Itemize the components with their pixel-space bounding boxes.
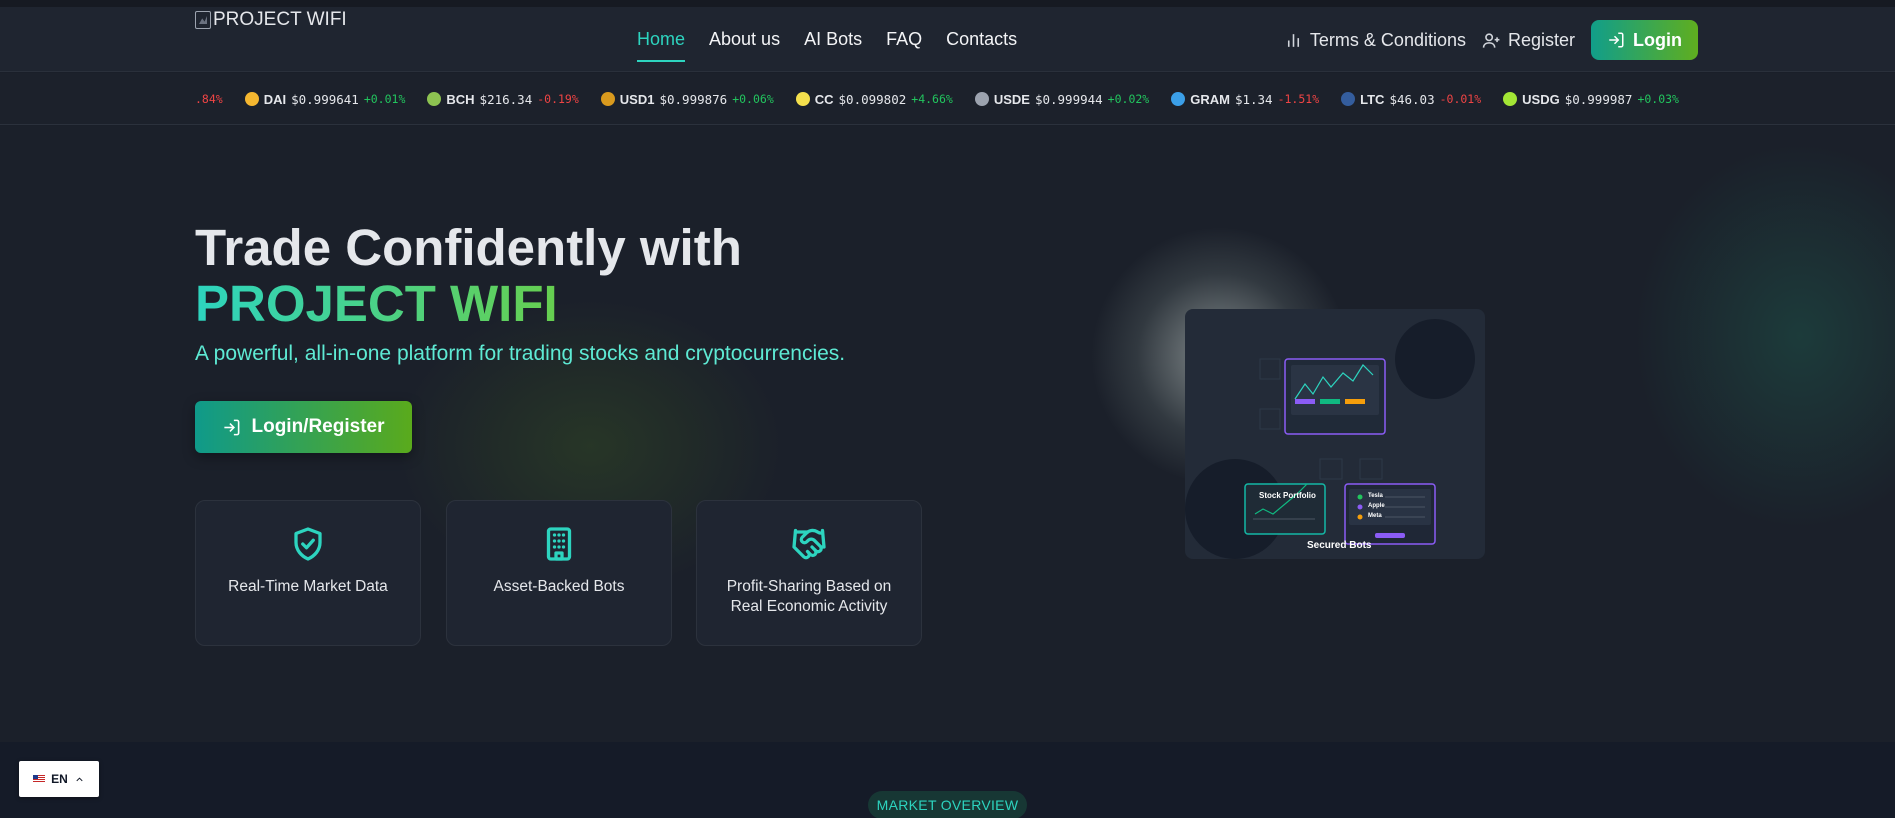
handshake-icon bbox=[792, 528, 826, 560]
hero-title: Trade Confidently with PROJECT WIFI bbox=[195, 220, 742, 332]
cc-icon bbox=[795, 92, 810, 106]
ticker-price: $0.999641 bbox=[291, 91, 359, 107]
us-flag-icon bbox=[33, 775, 46, 783]
user-plus-icon bbox=[1482, 32, 1500, 48]
language-code: EN bbox=[51, 772, 68, 786]
ticker-price: $1.34 bbox=[1234, 91, 1273, 107]
hero-subtitle: A powerful, all-in-one platform for trad… bbox=[195, 342, 846, 365]
broken-image-icon bbox=[195, 11, 211, 29]
dai-icon bbox=[244, 92, 259, 106]
nav-ai-bots[interactable]: AI Bots bbox=[804, 29, 862, 62]
ticker-item: USD1 $0.999876 +0.06% bbox=[600, 91, 774, 107]
ticker-change: -1.51% bbox=[1277, 92, 1320, 106]
ticker-symbol: CC bbox=[814, 91, 834, 107]
terms-link[interactable]: Terms & Conditions bbox=[1284, 30, 1466, 51]
ticker-price: $46.03 bbox=[1389, 91, 1435, 107]
gram-icon bbox=[1171, 92, 1186, 106]
ticker-change: +0.06% bbox=[732, 92, 774, 106]
site-header: PROJECT WIFI Home About us AI Bots FAQ C… bbox=[0, 0, 1895, 72]
ticker-item: USDG $0.999987 +0.03% bbox=[1503, 92, 1679, 107]
login-icon bbox=[224, 419, 240, 435]
register-link[interactable]: Register bbox=[1482, 30, 1575, 51]
cta-label: Login/Register bbox=[251, 416, 385, 437]
header-actions: Terms & Conditions Register Login bbox=[1284, 20, 1698, 60]
logo[interactable]: PROJECT WIFI bbox=[195, 9, 347, 31]
feature-card-market-data: Real-Time Market Data bbox=[195, 500, 421, 646]
login-register-button[interactable]: Login/Register bbox=[195, 401, 412, 453]
ticker-item: CC $0.099802 +4.66% bbox=[795, 91, 953, 107]
usde-icon bbox=[974, 92, 989, 106]
shield-check-icon bbox=[294, 527, 322, 561]
usd1-icon bbox=[600, 92, 615, 106]
ticker-change: +0.03% bbox=[1637, 92, 1679, 106]
ticker-change: .84% bbox=[195, 92, 223, 106]
nav-faq[interactable]: FAQ bbox=[886, 29, 922, 62]
ticker-change: -0.01% bbox=[1439, 92, 1482, 106]
ticker-item: GRAM $1.34 -1.51% bbox=[1171, 92, 1319, 107]
ticker-symbol: LTC bbox=[1360, 91, 1385, 107]
feature-label: Profit-Sharing Based on Real Economic Ac… bbox=[726, 578, 892, 615]
login-icon bbox=[1609, 32, 1624, 48]
nav-about-us[interactable]: About us bbox=[709, 29, 780, 62]
hero-illustration: Stock Portfolio Tesla Apple Meta Secured… bbox=[1185, 309, 1485, 559]
ltc-icon bbox=[1341, 92, 1356, 106]
portfolio-label: Stock Portfolio bbox=[1259, 491, 1316, 500]
ticker-item: .84% bbox=[195, 92, 223, 106]
list-item-label: Tesla bbox=[1368, 493, 1383, 499]
feature-label: Asset-Backed Bots bbox=[493, 578, 625, 595]
feature-card-asset-bots: Asset-Backed Bots bbox=[446, 500, 672, 646]
ticker-symbol: USDE bbox=[993, 91, 1030, 107]
ticker-item: USDE $0.999944 +0.02% bbox=[974, 91, 1150, 107]
ticker-change: +0.02% bbox=[1107, 92, 1150, 106]
register-label: Register bbox=[1507, 29, 1576, 50]
usdg-icon bbox=[1503, 92, 1518, 106]
language-selector[interactable]: EN bbox=[19, 761, 99, 797]
ticker-symbol: USD1 bbox=[619, 91, 655, 107]
ticker-symbol: GRAM bbox=[1190, 91, 1230, 107]
ticker-price: $0.999876 bbox=[659, 91, 728, 107]
main-nav: Home About us AI Bots FAQ Contacts bbox=[637, 29, 1017, 62]
ticker-symbol: USDG bbox=[1522, 91, 1560, 107]
nav-home[interactable]: Home bbox=[637, 29, 686, 62]
chevron-up-icon bbox=[76, 776, 83, 781]
login-button[interactable]: Login bbox=[1591, 20, 1698, 60]
hero-title-brand: PROJECT WIFI bbox=[195, 276, 742, 332]
logo-alt-text: PROJECT WIFI bbox=[213, 9, 347, 30]
price-ticker: .84% DAI $0.999641 +0.01% BCH $216.34 -0.19% US… bbox=[0, 73, 1895, 125]
ticker-symbol: BCH bbox=[446, 91, 475, 107]
feature-card-profit-sharing: Profit-Sharing Based on Real Economic Ac… bbox=[696, 500, 922, 646]
ticker-price: $216.34 bbox=[479, 91, 533, 107]
illustration-caption: Secured Bots bbox=[1307, 540, 1372, 551]
list-item-label: Apple bbox=[1368, 503, 1385, 509]
ticker-price: $0.999944 bbox=[1034, 91, 1103, 107]
illustration-graphic bbox=[1244, 358, 1436, 545]
glow-decoration bbox=[1620, 126, 1895, 546]
ticker-price: $0.999987 bbox=[1564, 91, 1633, 107]
ticker-change: +0.01% bbox=[363, 92, 406, 106]
terms-label: Terms & Conditions bbox=[1309, 29, 1466, 50]
market-overview-pill: MARKET OVERVIEW bbox=[868, 791, 1027, 818]
ticker-item: BCH $216.34 -0.19% bbox=[427, 91, 579, 107]
nav-contacts[interactable]: Contacts bbox=[946, 29, 1017, 62]
hero-title-line: Trade Confidently with bbox=[195, 219, 742, 276]
list-item-label: Meta bbox=[1368, 513, 1382, 519]
ticker-item: LTC $46.03 -0.01% bbox=[1341, 92, 1481, 107]
ticker-price: $0.099802 bbox=[838, 91, 907, 107]
ticker-change: -0.19% bbox=[537, 92, 579, 106]
hero-section: Trade Confidently with PROJECT WIFI A po… bbox=[0, 126, 1895, 742]
ticker-item: DAI $0.999641 +0.01% bbox=[244, 91, 406, 107]
building-icon bbox=[546, 527, 572, 561]
login-label: Login bbox=[1633, 29, 1682, 50]
bch-icon bbox=[427, 92, 442, 106]
ticker-symbol: DAI bbox=[263, 91, 287, 107]
bar-chart-icon bbox=[1287, 33, 1299, 47]
ticker-change: +4.66% bbox=[911, 92, 953, 106]
ticker-track: .84% DAI $0.999641 +0.01% BCH $216.34 -0.19% US… bbox=[195, 73, 1701, 125]
market-overview-section: MARKET OVERVIEW bbox=[0, 742, 1895, 818]
feature-label: Real-Time Market Data bbox=[228, 578, 388, 595]
